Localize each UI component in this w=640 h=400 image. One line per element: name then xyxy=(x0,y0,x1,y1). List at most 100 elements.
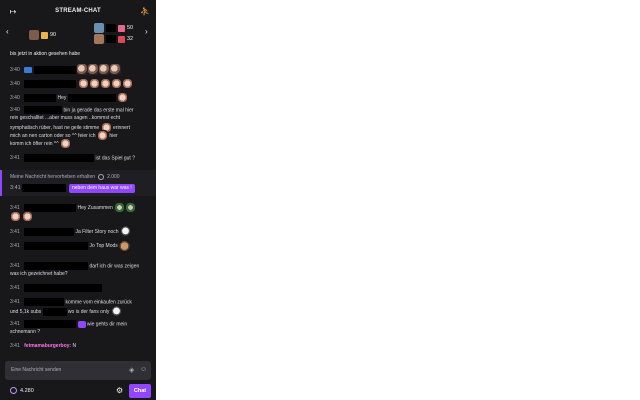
redacted-username xyxy=(24,106,63,114)
chat-message-line: und 5,1k subs wo is der fans only xyxy=(10,306,148,317)
timestamp: 3:41 xyxy=(10,242,20,249)
timestamp: 3:40 xyxy=(10,80,20,87)
message-list-lower: 3:41 Hey Zusammen 3:41 Ja Filter Story n… xyxy=(0,200,156,360)
emote xyxy=(98,64,110,75)
leaderboard-item[interactable]: 90 xyxy=(29,30,56,40)
gift-icon xyxy=(118,24,125,32)
emote xyxy=(59,138,71,149)
redacted-username xyxy=(22,184,66,192)
gift-icon xyxy=(41,31,48,39)
message-text: wo is der fans only xyxy=(67,308,110,315)
emote xyxy=(110,78,122,89)
timestamp: 3:41 xyxy=(10,185,21,191)
heart-emote-icon xyxy=(77,320,86,328)
message-text: komm ich öfter rein ^^ xyxy=(10,140,59,147)
emote-picker-icon[interactable]: ☺ xyxy=(140,366,147,373)
chat-message: 3:40 xyxy=(10,78,148,89)
chat-message-line: was ich gezeichnet habe? xyxy=(10,270,148,278)
gear-icon[interactable]: ⚙ xyxy=(116,386,123,395)
timestamp: 3:40 xyxy=(10,94,20,101)
gift-leaderboard: ‹ 90 50 32 › xyxy=(0,22,156,44)
channel-points-icon xyxy=(10,387,17,394)
emote xyxy=(121,78,133,89)
chat-message: 3:40 xyxy=(10,64,148,75)
chat-header: ↦ STREAM-CHAT ⛹ xyxy=(0,0,156,22)
channel-points-value: 4.280 xyxy=(20,387,34,394)
chat-title: STREAM-CHAT xyxy=(55,8,101,14)
emote xyxy=(109,64,121,75)
emote xyxy=(87,64,99,75)
redacted-username xyxy=(24,154,95,162)
timestamp: 3:41 xyxy=(10,343,20,349)
message-text: bis jetzt in aktion gesehen habe xyxy=(10,51,81,57)
message-text: komme vom einkaufen zurück xyxy=(65,299,132,306)
redacted-username xyxy=(24,79,77,88)
timestamp: 3:41 xyxy=(10,263,20,270)
emote xyxy=(110,306,122,317)
highlight-label: Meine Nachricht hervorheben erhalten 2.0… xyxy=(10,174,120,180)
message-text: was ich gezeichnet habe? xyxy=(10,271,68,277)
chat-message: 3:41 Jo Top Mods xyxy=(10,240,148,251)
leaderboard-item[interactable]: 32 xyxy=(94,34,133,44)
avatar xyxy=(94,23,104,33)
chat-footer: 4.280 ⚙ Chat xyxy=(0,382,156,400)
message-text: Jo Top Mods xyxy=(89,242,118,249)
message-text: Hey xyxy=(57,94,67,101)
collapse-arrow-icon[interactable]: ↦ xyxy=(8,6,18,16)
timestamp: 3:41 xyxy=(10,285,20,292)
timestamp: 3:40 xyxy=(10,66,20,73)
timestamp: 3:41 xyxy=(10,204,20,211)
message-text: N xyxy=(72,343,77,349)
leaderboard-item[interactable]: 50 xyxy=(94,23,133,33)
emote xyxy=(77,78,89,89)
chat-input[interactable]: Eine Nachricht senden ◈ ☺ xyxy=(5,361,151,380)
chat-message-line: rein geschalltet ...aber muss sagen ..ko… xyxy=(10,114,148,122)
chevron-left-icon[interactable]: ‹ xyxy=(6,27,9,36)
redacted-username xyxy=(24,320,77,328)
users-icon[interactable]: ⛹ xyxy=(140,6,150,16)
leaderboard-value: 90 xyxy=(50,32,57,38)
chat-message: 3:41 Ja Filter Story noch xyxy=(10,226,148,237)
emote xyxy=(119,240,131,251)
message-text: Ja Filter Story noch xyxy=(75,228,119,235)
message-text: und 5,1k subs xyxy=(10,308,42,315)
message-text: schnemann ? xyxy=(10,329,41,335)
chat-message: 3:41 xyxy=(10,284,148,292)
chat-message: 3:40 Hey xyxy=(10,92,148,103)
highlight-cost: 2.000 xyxy=(107,174,120,180)
chevron-right-icon[interactable]: › xyxy=(145,27,148,36)
highlighted-message-bubble: neben dem haus war was ! xyxy=(69,184,135,193)
redacted-username xyxy=(24,298,65,306)
chat-message-line: schnemann ? xyxy=(10,328,148,336)
redacted-content xyxy=(24,284,103,292)
timestamp: 3:41 xyxy=(10,155,20,162)
leaderboard-value: 50 xyxy=(127,25,134,31)
highlight-message[interactable]: Meine Nachricht hervorheben erhalten 2.0… xyxy=(0,170,156,196)
emote xyxy=(117,92,129,103)
emote xyxy=(24,66,33,73)
channel-points[interactable]: 4.280 xyxy=(10,387,34,394)
chat-send-button[interactable]: Chat xyxy=(129,384,151,398)
chat-panel: ↦ STREAM-CHAT ⛹ ‹ 90 50 32 › bis jetzt i… xyxy=(0,0,156,400)
emote xyxy=(99,78,111,89)
timestamp: 3:41 xyxy=(10,228,20,235)
redacted-content xyxy=(42,307,67,316)
emote xyxy=(22,211,34,222)
chat-message: 3:41 fetmamaburgerboy: N xyxy=(10,342,148,350)
message-text: Hey Zusammen xyxy=(77,204,113,211)
highlight-label-text: Meine Nachricht hervorheben erhalten xyxy=(10,174,96,180)
bits-icon[interactable]: ◈ xyxy=(129,366,134,374)
redacted-username xyxy=(24,93,57,102)
redacted-content xyxy=(67,93,116,102)
gift-icon xyxy=(118,35,125,43)
timestamp: 3:40 xyxy=(10,107,20,114)
leaderboard-value: 32 xyxy=(127,36,134,42)
emote xyxy=(88,78,100,89)
username[interactable]: fetmamaburgerboy: xyxy=(24,343,71,349)
chat-message: bis jetzt in aktion gesehen habe xyxy=(10,50,148,58)
chat-message-line: komm ich öfter rein ^^ xyxy=(10,138,148,149)
redacted-username xyxy=(33,65,76,74)
message-text: wie gehts dir mein xyxy=(86,321,128,328)
redacted-username xyxy=(24,262,89,270)
emote xyxy=(119,226,131,237)
